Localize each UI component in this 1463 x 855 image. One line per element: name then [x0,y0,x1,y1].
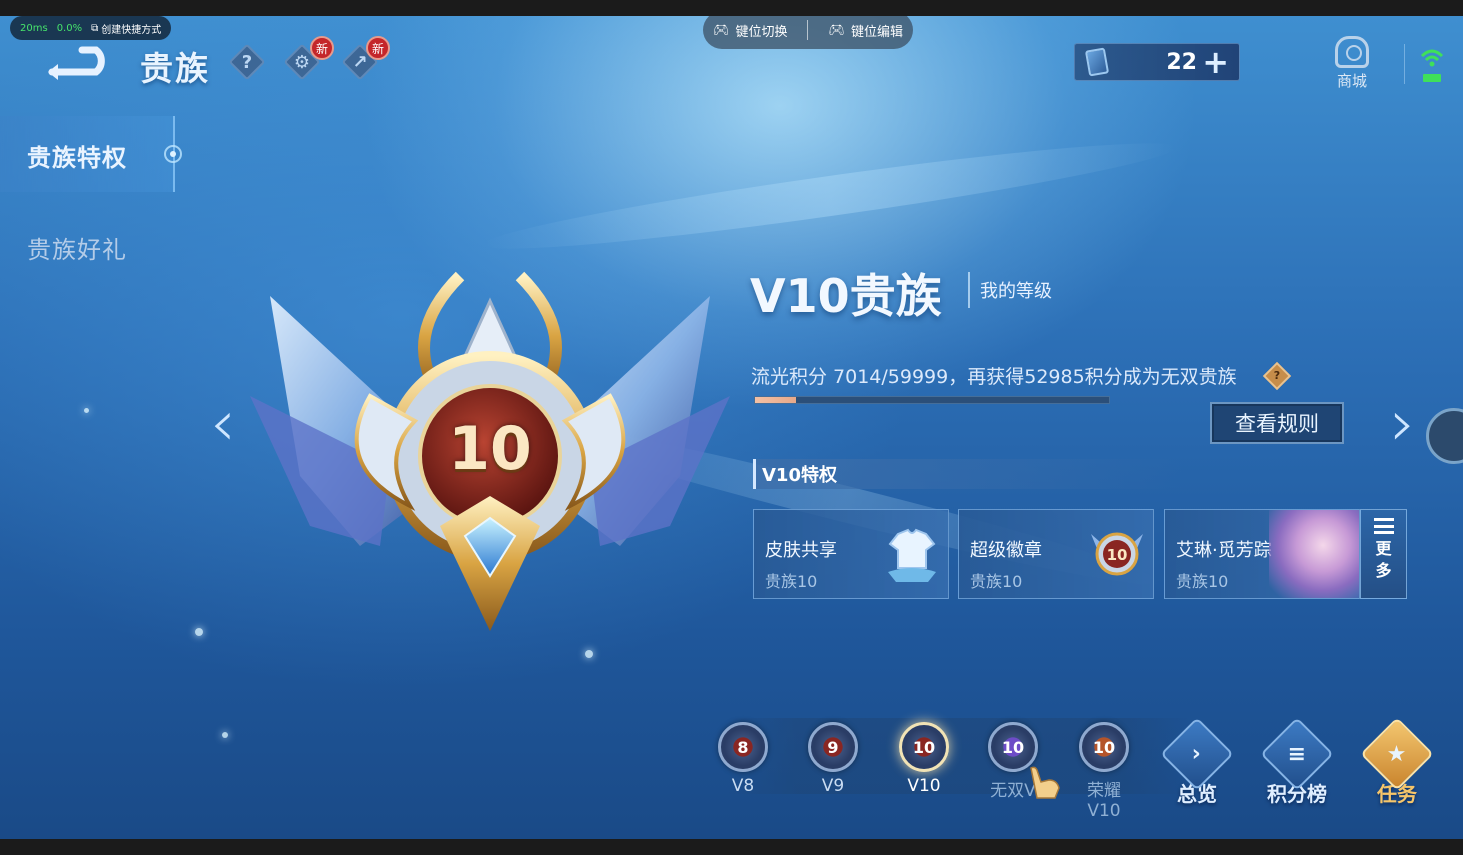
privilege-card-super-badge[interactable]: 超级徽章 贵族10 10 [958,509,1154,599]
keymap-pill: 🎮︎ 键位切换 🎮︎ 键位编辑 [703,16,913,49]
overview-button[interactable]: › 总览 [1157,717,1237,807]
list-icon [1373,518,1394,534]
privilege-card-skin-share[interactable]: 皮肤共享 贵族10 [753,509,949,599]
loss-value: 0.0% [56,22,83,34]
more-label: 更 [1375,539,1392,558]
privileges-header: V10特权 [753,459,1183,489]
add-currency-button[interactable]: + [1202,46,1229,78]
divider [807,20,809,40]
tier-label: V9 [821,776,845,796]
selected-indicator-icon [164,145,182,163]
key-switch-button[interactable]: 🎮︎ 键位切换 [713,21,788,40]
shop-button[interactable]: 商城 [1330,36,1374,91]
view-rules-button[interactable]: 查看规则 [1210,402,1344,444]
latency-value: 20ms [20,22,48,34]
emblem-level-number: 10 [448,414,532,484]
more-privileges-button[interactable]: 更 多 [1360,509,1407,599]
help-glyph: ? [241,51,253,73]
tier-label: V10 [907,776,941,796]
tasks-button[interactable]: ★ 任务 [1357,717,1437,807]
key-edit-button[interactable]: 🎮︎ 键位编辑 [828,21,903,40]
points-progress-fill [755,397,797,403]
level-title: V10贵族 [750,269,942,323]
coupon-icon [1084,47,1110,77]
glyph: ★ [1387,741,1407,767]
sparkle [195,628,203,636]
share-glyph: ↗ [352,51,368,73]
side-menu-knob[interactable] [1426,408,1463,464]
sparkle [84,408,89,413]
tier-v8[interactable]: 8 V8 [713,722,773,796]
page-title: 贵族 [140,49,210,88]
svg-text:10: 10 [1107,546,1128,564]
tier-medal-icon: 10 [1079,722,1129,772]
sparkle [222,732,228,738]
sidebar-item-privileges[interactable]: 贵族特权 [27,138,127,173]
tier-glory-v10[interactable]: 10 荣耀V10 [1074,722,1134,821]
create-shortcut-button[interactable]: ⧉ 创建快捷方式 [91,21,161,36]
tier-v10[interactable]: 10 V10 [894,722,954,796]
back-arrow-icon [48,46,105,80]
glyph: ≡ [1287,741,1307,767]
new-badge: 新 [310,36,334,60]
window-frame-bottom [0,839,1463,855]
leaderboard-button[interactable]: ≡ 积分榜 [1257,717,1337,807]
tier-label: V8 [731,776,755,796]
points-help-icon[interactable]: ? [1262,361,1292,391]
pointer-hand-icon [1030,766,1060,799]
wifi-icon [1420,49,1444,82]
shop-icon [1335,36,1369,68]
performance-overlay: 20ms 0.0% ⧉ 创建快捷方式 [10,16,172,40]
key-edit-label: 键位编辑 [850,24,903,40]
my-level-link[interactable]: 我的等级 [968,272,1052,308]
key-switch-label: 键位切换 [735,24,788,40]
currency-display: 22 + [1074,43,1240,81]
badge-icon: 10 [1091,532,1143,576]
gamepad-icon: 🎮︎ [712,22,730,38]
gamepad-icon: 🎮︎ [828,22,845,38]
sparkle [585,650,593,658]
points-progress-bar [754,396,1110,404]
tier-medal-icon: 8 [718,722,768,772]
tier-medal-icon: 9 [808,722,858,772]
prev-arrow-icon[interactable]: ‹ [210,392,236,456]
points-text: 流光积分 7014/59999，再获得52985积分成为无双贵族 [751,366,1237,388]
light-streak [480,127,1180,265]
help-glyph: ? [1273,369,1281,382]
glyph: › [1192,741,1202,767]
help-button[interactable]: ? [228,43,266,81]
tier-label: 荣耀V10 [1087,781,1121,821]
divider [1404,44,1405,84]
game-screen: 贵族 ? ⚙ 新 ↗ 新 22 + 商城 贵族特权 贵族好礼 ‹ › 10 V1… [0,16,1463,839]
shop-label: 商城 [1336,72,1367,90]
gear-glyph: ⚙ [293,51,311,73]
shortcut-icon: ⧉ [91,22,99,34]
back-button[interactable] [44,46,120,80]
currency-value: 22 [1166,49,1197,75]
shortcut-label: 创建快捷方式 [101,24,162,36]
tier-v9[interactable]: 9 V9 [803,722,863,796]
privilege-card-hero-skin[interactable]: 艾琳·觅芳踪 贵族10 [1164,509,1360,599]
next-arrow-icon[interactable]: › [1390,392,1416,456]
more-label: 多 [1375,561,1392,580]
tier-medal-icon: 10 [899,722,949,772]
sidebar-item-gifts[interactable]: 贵族好礼 [27,230,127,265]
hero-portrait [1269,510,1359,598]
shirt-icon [888,528,936,582]
window-frame-top [0,0,1463,16]
new-badge: 新 [366,36,390,60]
